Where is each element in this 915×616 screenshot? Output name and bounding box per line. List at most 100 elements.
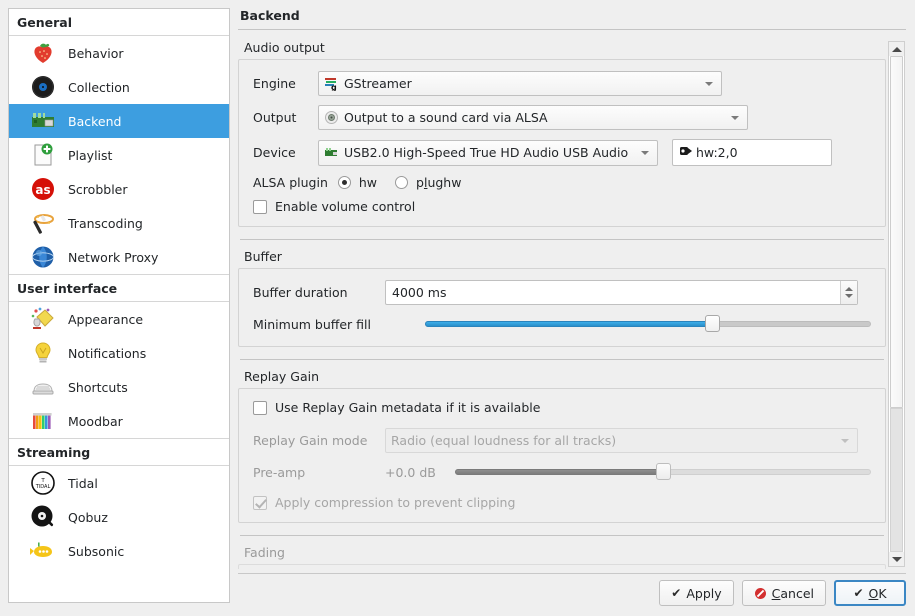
sidebar-item-tidal[interactable]: T TIDAL Tidal xyxy=(9,466,229,500)
preamp-row: Pre-amp +0.0 dB xyxy=(253,462,871,482)
sidebar-item-label: Notifications xyxy=(68,345,147,361)
replay-gain-mode-combobox[interactable]: Radio (equal loudness for all tracks) xyxy=(385,428,858,453)
device-row: Device USB2.0 High-Speed True HD Audio U… xyxy=(253,139,871,166)
apply-compression-checkbox[interactable]: Apply compression to prevent clipping xyxy=(253,495,515,510)
scroll-up-button[interactable] xyxy=(889,42,904,56)
engine-combobox[interactable]: g GStreamer xyxy=(318,71,722,96)
sidebar-item-subsonic[interactable]: Subsonic xyxy=(9,534,229,568)
slider-handle[interactable] xyxy=(655,463,671,480)
slider-fill xyxy=(425,321,713,327)
buffer-duration-spinbox[interactable]: 4000 ms xyxy=(385,280,858,305)
sidebar-group-header: General xyxy=(9,9,229,36)
chevron-down-icon[interactable] xyxy=(641,150,649,155)
qobuz-icon xyxy=(29,503,57,531)
chevron-down-icon[interactable] xyxy=(841,438,849,443)
sidebar-item-moodbar[interactable]: Moodbar xyxy=(9,404,229,438)
lastfm-icon: as xyxy=(29,175,57,203)
spin-up-icon[interactable] xyxy=(845,287,853,291)
use-replay-gain-checkbox[interactable]: Use Replay Gain metadata if it is availa… xyxy=(253,400,540,415)
preamp-slider[interactable] xyxy=(455,462,871,482)
output-value: Output to a sound card via ALSA xyxy=(344,110,548,125)
settings-category-list[interactable]: General Behavior Collection Backend Playlist… xyxy=(8,8,230,603)
apply-button[interactable]: ✔ Apply xyxy=(659,580,734,606)
ok-button[interactable]: ✔ OK xyxy=(834,580,906,606)
alsa-plugin-row: ALSA plugin hw plughw xyxy=(253,175,871,190)
apply-button-label: Apply xyxy=(686,585,722,601)
vertical-scrollbar[interactable] xyxy=(888,41,905,567)
minimum-buffer-fill-label: Minimum buffer fill xyxy=(253,316,371,332)
lightbulb-icon xyxy=(29,339,57,367)
chevron-up-icon xyxy=(891,46,902,52)
sidebar-item-network-proxy[interactable]: Network Proxy xyxy=(9,240,229,274)
sidebar-item-notifications[interactable]: Notifications xyxy=(9,336,229,370)
radio-indicator[interactable] xyxy=(337,176,351,189)
chevron-down-icon[interactable] xyxy=(731,115,739,120)
sidebar-item-label: Moodbar xyxy=(68,413,123,429)
device-label: Device xyxy=(253,145,296,160)
chevron-down-icon[interactable] xyxy=(705,81,713,86)
tidal-icon: T TIDAL xyxy=(29,469,57,497)
sidebar-group-header: User interface xyxy=(9,274,229,302)
sidebar-item-label: Collection xyxy=(68,79,130,95)
enable-volume-control-label: Enable volume control xyxy=(275,199,416,214)
checkbox-indicator[interactable] xyxy=(253,400,267,415)
sidebar-item-collection[interactable]: Collection xyxy=(9,70,229,104)
section-separator xyxy=(240,359,884,360)
spinbox-buttons[interactable] xyxy=(840,281,857,304)
magic-wand-icon xyxy=(29,209,57,237)
settings-scroll-area[interactable]: Audio output Engine g GStreamer Output O… xyxy=(238,40,906,569)
svg-text:TIDAL: TIDAL xyxy=(35,484,51,490)
settings-page: Backend Audio output Engine g GStreamer … xyxy=(238,8,906,569)
buffer-group: Buffer Buffer duration 4000 ms Minimum b… xyxy=(238,249,886,347)
apply-compression-label: Apply compression to prevent clipping xyxy=(275,495,516,510)
audio-output-group: Audio output Engine g GStreamer Output O… xyxy=(238,40,886,227)
sidebar-item-qobuz[interactable]: Qobuz xyxy=(9,500,229,534)
minimum-buffer-fill-slider[interactable] xyxy=(425,314,871,334)
alsa-plughw-radio[interactable]: plughw xyxy=(395,175,461,190)
buffer-duration-value: 4000 ms xyxy=(392,285,447,300)
sidebar-item-label: Qobuz xyxy=(68,509,108,525)
sidebar-item-label: Playlist xyxy=(68,147,113,163)
scrollbar-thumb[interactable] xyxy=(890,56,903,408)
fading-group: Fading xyxy=(238,545,886,569)
slider-handle[interactable] xyxy=(705,315,721,332)
minimum-buffer-fill-row: Minimum buffer fill xyxy=(253,314,871,334)
sidebar-item-label: Transcoding xyxy=(68,215,143,231)
radio-indicator[interactable] xyxy=(395,176,409,189)
sidebar-item-behavior[interactable]: Behavior xyxy=(9,36,229,70)
device-combobox[interactable]: USB2.0 High-Speed True HD Audio USB Audi… xyxy=(318,139,658,166)
engine-label: Engine xyxy=(253,76,296,91)
sidebar-item-shortcuts[interactable]: Shortcuts xyxy=(9,370,229,404)
alsa-hw-radio[interactable]: hw xyxy=(337,175,377,190)
use-replay-gain-row: Use Replay Gain metadata if it is availa… xyxy=(253,400,871,415)
scrollbar-track-lower[interactable] xyxy=(890,408,903,552)
checkbox-indicator[interactable] xyxy=(253,495,267,510)
sidebar-item-label: Subsonic xyxy=(68,543,125,559)
sidebar-item-transcoding[interactable]: Transcoding xyxy=(9,206,229,240)
audio-card-icon xyxy=(324,110,339,125)
sidebar-item-label: Behavior xyxy=(68,45,124,61)
replay-gain-mode-value: Radio (equal loudness for all tracks) xyxy=(391,433,617,448)
engine-value: GStreamer xyxy=(344,76,412,91)
sidebar-item-appearance[interactable]: Appearance xyxy=(9,302,229,336)
check-icon: ✔ xyxy=(671,586,682,600)
use-replay-gain-label: Use Replay Gain metadata if it is availa… xyxy=(275,400,541,415)
sidebar-item-playlist[interactable]: Playlist xyxy=(9,138,229,172)
device-path-input[interactable]: hw:2,0 xyxy=(672,139,832,166)
spin-down-icon[interactable] xyxy=(845,294,853,298)
audio-output-group-title: Audio output xyxy=(244,40,325,55)
enable-volume-control-checkbox[interactable]: Enable volume control xyxy=(253,199,415,214)
checkbox-indicator[interactable] xyxy=(253,199,267,214)
preamp-value: +0.0 dB xyxy=(385,464,436,480)
sidebar-item-backend[interactable]: Backend xyxy=(9,104,229,138)
sidebar-item-scrobbler[interactable]: as Scrobbler xyxy=(9,172,229,206)
device-value: USB2.0 High-Speed True HD Audio USB Audi… xyxy=(344,145,629,160)
scroll-down-button[interactable] xyxy=(889,552,904,566)
sidebar-item-label: Tidal xyxy=(68,475,98,491)
paint-bucket-icon xyxy=(29,305,57,333)
output-combobox[interactable]: Output to a sound card via ALSA xyxy=(318,105,748,130)
alsa-plugin-label: ALSA plugin xyxy=(253,175,328,190)
volume-control-row: Enable volume control xyxy=(253,199,871,214)
chevron-down-icon xyxy=(891,556,902,562)
cancel-button[interactable]: Cancel xyxy=(741,580,826,606)
